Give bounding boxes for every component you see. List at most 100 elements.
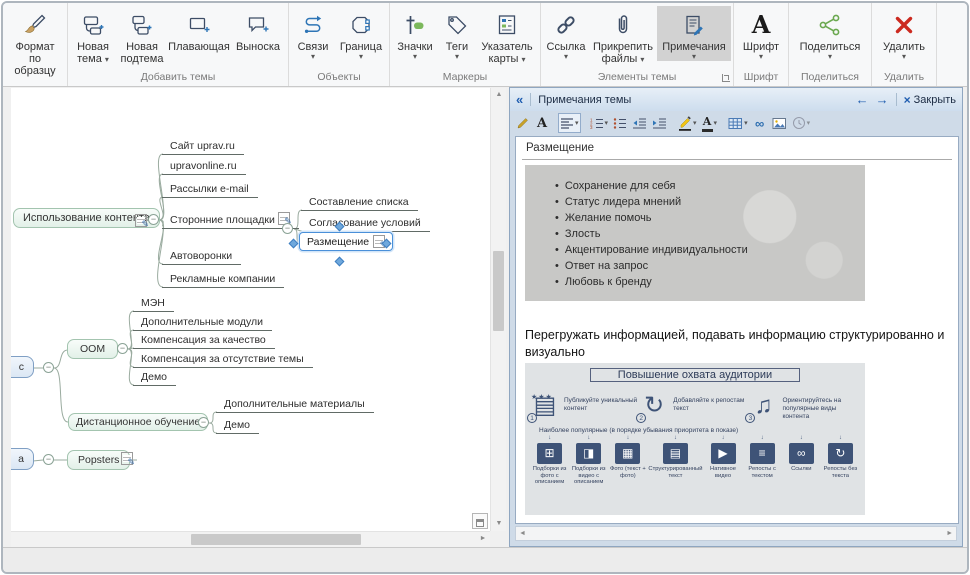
font-color-icon[interactable]: A▾	[700, 113, 720, 133]
delete-button[interactable]: Удалить▾	[874, 6, 934, 61]
topic-distance-learning[interactable]: Дистанционное обучение	[68, 413, 208, 431]
notes-button[interactable]: Примечания▾	[657, 6, 731, 61]
format-painter-button[interactable]: Формат по образцу	[5, 6, 65, 78]
relationships-button[interactable]: Связи▾	[291, 6, 335, 61]
markers-icons-button[interactable]: Значки▾	[392, 6, 438, 61]
notes-icon	[682, 9, 706, 41]
insert-link-icon[interactable]: ∞	[751, 113, 769, 133]
topic-main-cut-2[interactable]: а	[11, 448, 34, 470]
group-label-objects: Объекты	[291, 70, 387, 86]
note-image-infographic: Повышение охвата аудитории ★★★▤1 Публику…	[525, 363, 865, 515]
floating-topic-label: Плавающая	[168, 41, 230, 53]
topic-materials[interactable]: Дополнительные материалы	[216, 398, 374, 413]
topic-modules[interactable]: Дополнительные модули	[133, 316, 272, 331]
photo-collection-icon: ⊞	[537, 443, 562, 464]
topic-terms[interactable]: Согласование условий	[301, 217, 430, 232]
floating-topic-button[interactable]: Плавающая	[168, 6, 230, 54]
markers-icons-icon	[403, 9, 427, 41]
close-icon: ×	[904, 93, 911, 107]
insert-image-icon[interactable]	[770, 113, 789, 133]
format-painter-label: Формат по образцу	[14, 41, 55, 77]
divider	[530, 93, 531, 106]
topic-comp-no-topic[interactable]: Компенсация за отсутствие темы	[133, 353, 313, 368]
table-icon[interactable]: ▾	[726, 113, 750, 133]
ribbon-group-delete: Удалить▾ Удалить	[872, 3, 937, 86]
ribbon-group-objects: Связи▾ Граница▾ Объекты	[289, 3, 390, 86]
fit-map-button[interactable]	[472, 513, 488, 529]
collapse-toggle[interactable]: −	[43, 362, 54, 373]
topic-demo-oom[interactable]: Демо	[133, 371, 176, 386]
new-subtopic-icon	[130, 9, 154, 41]
group-label-share: Поделиться	[791, 70, 869, 86]
note-paragraph: Перегружать информацией, подавать информ…	[525, 327, 957, 361]
topic-ads[interactable]: Рекламные компании	[162, 273, 284, 288]
topic-demo-distance[interactable]: Демо	[216, 419, 259, 434]
bullet-list-icon[interactable]	[611, 113, 629, 133]
font-dialog-icon[interactable]: A	[533, 113, 551, 133]
topic-notes-icon[interactable]	[135, 214, 147, 227]
scroll-left-arrow[interactable]: ◄	[519, 530, 526, 537]
scroll-down-arrow[interactable]: ▼	[491, 517, 507, 531]
close-panel-button[interactable]: × Закрыть	[904, 93, 956, 107]
font-icon: A	[752, 12, 771, 38]
format-painter-icon[interactable]	[514, 113, 532, 133]
topic-list-making[interactable]: Составление списка	[301, 196, 418, 211]
topic-site[interactable]: Сайт uprav.ru	[162, 140, 244, 155]
topic-placement-selected[interactable]: Размещение	[299, 232, 393, 251]
numbered-list-icon[interactable]: 123▾	[588, 113, 611, 133]
map-index-button[interactable]: Указатель карты ▾	[476, 6, 538, 67]
topic-comp-quality[interactable]: Компенсация за качество	[133, 334, 275, 349]
topic-men[interactable]: МЭН	[133, 297, 174, 312]
collapse-panel-icon[interactable]: «	[516, 92, 523, 107]
topic-third-party[interactable]: Сторонние площадки	[162, 212, 299, 229]
dropdown-caret-icon: ▾	[547, 53, 586, 60]
map-canvas[interactable]: Использование контента Сайт uprav.ru upr…	[11, 88, 490, 531]
callout-icon	[246, 9, 270, 41]
collapse-toggle[interactable]: −	[117, 343, 128, 354]
nav-back-icon[interactable]: ←	[856, 92, 869, 107]
topic-upravonline[interactable]: upravonline.ru	[162, 160, 246, 175]
collapse-toggle[interactable]: −	[148, 214, 159, 225]
attach-files-button[interactable]: Прикрепить файлы ▾	[589, 6, 657, 67]
note-editor[interactable]: Размещение •Сохранение для себя •Статус …	[515, 136, 959, 524]
topic-funnels[interactable]: Автоворонки	[162, 250, 241, 265]
dropdown-caret-icon: ▾	[743, 53, 779, 60]
boundary-icon	[349, 9, 373, 41]
vertical-scroll-thumb[interactable]	[493, 251, 504, 331]
group-label-topic-elements: Элементы темы	[543, 70, 731, 86]
scroll-right-arrow[interactable]: ►	[476, 532, 490, 546]
outdent-icon[interactable]	[630, 113, 649, 133]
collapse-toggle[interactable]: −	[198, 417, 209, 428]
align-icon[interactable]: ▾	[558, 113, 581, 133]
timestamp-icon[interactable]: ▾	[790, 113, 813, 133]
scroll-up-arrow[interactable]: ▲	[491, 88, 507, 102]
horizontal-scroll-thumb[interactable]	[191, 534, 361, 545]
link-button[interactable]: Ссылка▾	[543, 6, 589, 61]
notes-horizontal-scrollbar[interactable]: ◄ ►	[515, 526, 957, 541]
new-subtopic-label: Новая подтема	[121, 41, 164, 65]
popular-content-icon: ♫3	[749, 392, 777, 420]
scroll-right-arrow[interactable]: ►	[946, 530, 953, 537]
topic-email[interactable]: Рассылки e-mail	[162, 183, 258, 198]
new-topic-button[interactable]: Новая тема ▾	[70, 6, 116, 67]
canvas-vertical-scrollbar[interactable]: ▲ ▼	[490, 88, 506, 531]
indent-icon[interactable]	[650, 113, 669, 133]
nav-forward-icon[interactable]: →	[876, 92, 889, 107]
heading-divider	[522, 159, 952, 160]
canvas-horizontal-scrollbar[interactable]: ►	[11, 531, 490, 547]
topic-oom[interactable]: ООМ	[67, 339, 118, 359]
tags-button[interactable]: Теги▾	[438, 6, 476, 61]
dialog-launcher-icon[interactable]	[722, 74, 730, 82]
infographic-step: ↻2 Добавляйте к репостам текст	[640, 392, 749, 421]
font-button[interactable]: A Шрифт▾	[736, 6, 786, 61]
topic-notes-icon[interactable]	[121, 452, 133, 465]
collapse-toggle[interactable]: −	[43, 454, 54, 465]
highlight-icon[interactable]: ▾	[676, 113, 699, 133]
boundary-button[interactable]: Граница▾	[335, 6, 387, 61]
share-button[interactable]: Поделиться▾	[791, 6, 869, 61]
new-subtopic-button[interactable]: Новая подтема	[116, 6, 168, 66]
collapse-toggle[interactable]: −	[282, 223, 293, 234]
paperclip-icon	[611, 9, 635, 41]
topic-main-cut-1[interactable]: с	[11, 356, 34, 378]
callout-button[interactable]: Выноска	[230, 6, 286, 54]
